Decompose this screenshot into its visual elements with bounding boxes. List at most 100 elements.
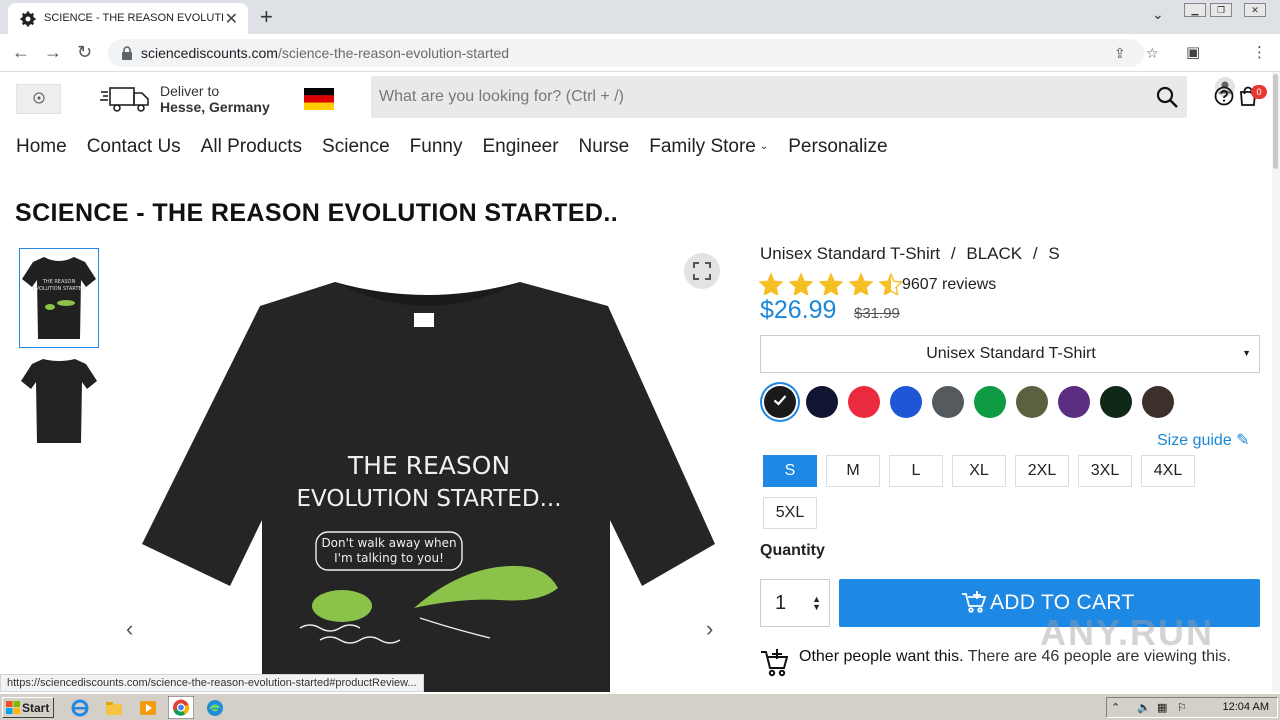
stepper-arrows-icon[interactable]: ▲ ▼ — [812, 595, 821, 612]
color-swatch[interactable] — [890, 386, 922, 418]
edge-icon[interactable] — [205, 698, 225, 718]
variant-separator: / — [1032, 244, 1038, 263]
nav-contact-us[interactable]: Contact Us — [87, 136, 181, 162]
page-scrollbar-thumb[interactable] — [1273, 74, 1278, 169]
media-player-icon[interactable] — [138, 698, 158, 718]
volume-icon[interactable]: 🔈 — [1137, 701, 1151, 715]
quantity-value: 1 — [775, 592, 787, 614]
lock-icon — [122, 46, 132, 60]
people-cart-icon — [761, 649, 788, 677]
cart-plus-icon — [962, 591, 987, 613]
more-menu-icon[interactable]: ⋮ — [1252, 43, 1267, 61]
search-input[interactable] — [379, 85, 1139, 109]
color-swatch[interactable] — [1016, 386, 1048, 418]
size-option-5xl[interactable]: 5XL — [763, 497, 817, 529]
tray-expand-icon[interactable]: ⌃ — [1111, 701, 1125, 715]
tab-title: SCIENCE - THE REASON EVOLUTION — [44, 12, 224, 24]
star-full-icon — [849, 273, 873, 295]
speech-line2: I'm talking to you! — [334, 551, 444, 565]
product-style-select[interactable]: Unisex Standard T-Shirt ▼ — [760, 335, 1260, 373]
side-panel-icon[interactable]: ▣ — [1186, 43, 1200, 61]
size-option-xl[interactable]: XL — [952, 455, 1006, 487]
logo-icon — [33, 92, 45, 104]
flag-icon[interactable]: ⚐ — [1177, 701, 1191, 715]
nav-all-products[interactable]: All Products — [201, 136, 302, 162]
size-option-4xl[interactable]: 4XL — [1141, 455, 1195, 487]
help-icon[interactable] — [1214, 86, 1234, 106]
network-icon[interactable]: ▦ — [1157, 701, 1171, 715]
size-option-2xl[interactable]: 2XL — [1015, 455, 1069, 487]
nav-home[interactable]: Home — [16, 136, 67, 162]
caret-down-icon: ▼ — [1242, 348, 1251, 358]
minimize-button[interactable]: ▁ — [1184, 3, 1206, 17]
color-swatch[interactable] — [974, 386, 1006, 418]
restore-button[interactable]: ❐ — [1210, 3, 1232, 17]
nav-family-store[interactable]: Family Store ⌄ — [649, 136, 768, 162]
deliver-location[interactable]: Hesse, Germany — [160, 99, 270, 115]
variant-color: BLACK — [966, 244, 1023, 263]
size-option-m[interactable]: M — [826, 455, 880, 487]
reviews-count[interactable]: 9607 reviews — [902, 276, 996, 294]
variant-separator: / — [950, 244, 956, 263]
svg-text:EVOLUTION STARTED: EVOLUTION STARTED — [33, 286, 86, 292]
nav-personalize[interactable]: Personalize — [788, 136, 887, 162]
color-swatch[interactable] — [1100, 386, 1132, 418]
color-swatch[interactable] — [932, 386, 964, 418]
new-tab-button[interactable]: + — [260, 4, 273, 30]
windows-taskbar: Start ⌃ 🔈 ▦ ⚐ 12:04 AM — [0, 693, 1280, 720]
product-main-image[interactable]: THE REASON EVOLUTION STARTED... Don't wa… — [120, 248, 730, 692]
browser-tab[interactable]: SCIENCE - THE REASON EVOLUTION ✕ — [8, 3, 248, 34]
search-icon[interactable] — [1155, 85, 1179, 109]
size-option-3xl[interactable]: 3XL — [1078, 455, 1132, 487]
color-swatch[interactable] — [764, 386, 796, 418]
chrome-taskbar-icon[interactable] — [168, 696, 194, 719]
size-option-s[interactable]: S — [763, 455, 817, 487]
image-prev-arrow-icon[interactable]: ‹ — [126, 616, 133, 642]
site-logo[interactable] — [16, 84, 61, 114]
color-swatch[interactable] — [1142, 386, 1174, 418]
germany-flag-icon[interactable] — [304, 88, 334, 110]
selected-variant-summary: Unisex Standard T-Shirt / BLACK / S — [760, 244, 1060, 264]
browser-toolbar: ← → ↻ sciencediscounts.com/science-the-r… — [0, 34, 1280, 97]
color-swatch[interactable] — [848, 386, 880, 418]
check-icon — [773, 395, 787, 406]
nav-funny[interactable]: Funny — [410, 136, 463, 162]
variant-size: S — [1048, 244, 1060, 263]
share-icon[interactable]: ⇪ — [1114, 45, 1126, 62]
deliver-to-label[interactable]: Deliver to — [160, 83, 219, 99]
start-label: Start — [22, 701, 50, 715]
back-arrow-icon[interactable]: ← — [12, 42, 30, 63]
color-swatch[interactable] — [1058, 386, 1090, 418]
product-thumbnail-front[interactable]: THE REASON EVOLUTION STARTED — [19, 248, 99, 348]
pencil-icon: ✎ — [1236, 432, 1250, 449]
tab-close-icon[interactable]: ✕ — [225, 9, 238, 29]
address-bar[interactable]: sciencediscounts.com/science-the-reason-… — [108, 39, 1159, 67]
image-next-arrow-icon[interactable]: › — [706, 616, 713, 642]
star-half-icon — [879, 273, 903, 295]
product-title: SCIENCE - THE REASON EVOLUTION STARTED.. — [15, 199, 619, 227]
reload-icon[interactable]: ↻ — [77, 42, 92, 63]
internet-explorer-icon[interactable] — [70, 698, 90, 718]
size-guide-link[interactable]: Size guide ✎ — [1157, 430, 1250, 450]
star-full-icon — [789, 273, 813, 295]
windows-logo-icon — [6, 701, 20, 714]
start-button[interactable]: Start — [2, 697, 54, 718]
file-explorer-icon[interactable] — [104, 698, 124, 718]
close-window-button[interactable]: ✕ — [1244, 3, 1266, 17]
bookmark-star-icon[interactable]: ☆ — [1146, 45, 1159, 62]
product-thumbnail-back[interactable] — [19, 351, 99, 451]
size-option-l[interactable]: L — [889, 455, 943, 487]
nav-science[interactable]: Science — [322, 136, 390, 162]
forward-arrow-icon[interactable]: → — [44, 42, 62, 63]
tab-search-chevron-icon[interactable]: ⌄ — [1152, 6, 1164, 23]
shirt-label — [414, 313, 434, 327]
cart-count-badge: 0 — [1251, 85, 1267, 99]
fullscreen-icon[interactable] — [684, 253, 720, 289]
nav-nurse[interactable]: Nurse — [579, 136, 630, 162]
star-full-icon — [819, 273, 843, 295]
quantity-stepper[interactable]: 1 ▲ ▼ — [760, 579, 830, 627]
rating-stars[interactable] — [759, 273, 903, 295]
nav-engineer[interactable]: Engineer — [482, 136, 558, 162]
color-swatch[interactable] — [806, 386, 838, 418]
shirt-text-line2: EVOLUTION STARTED... — [296, 486, 561, 512]
